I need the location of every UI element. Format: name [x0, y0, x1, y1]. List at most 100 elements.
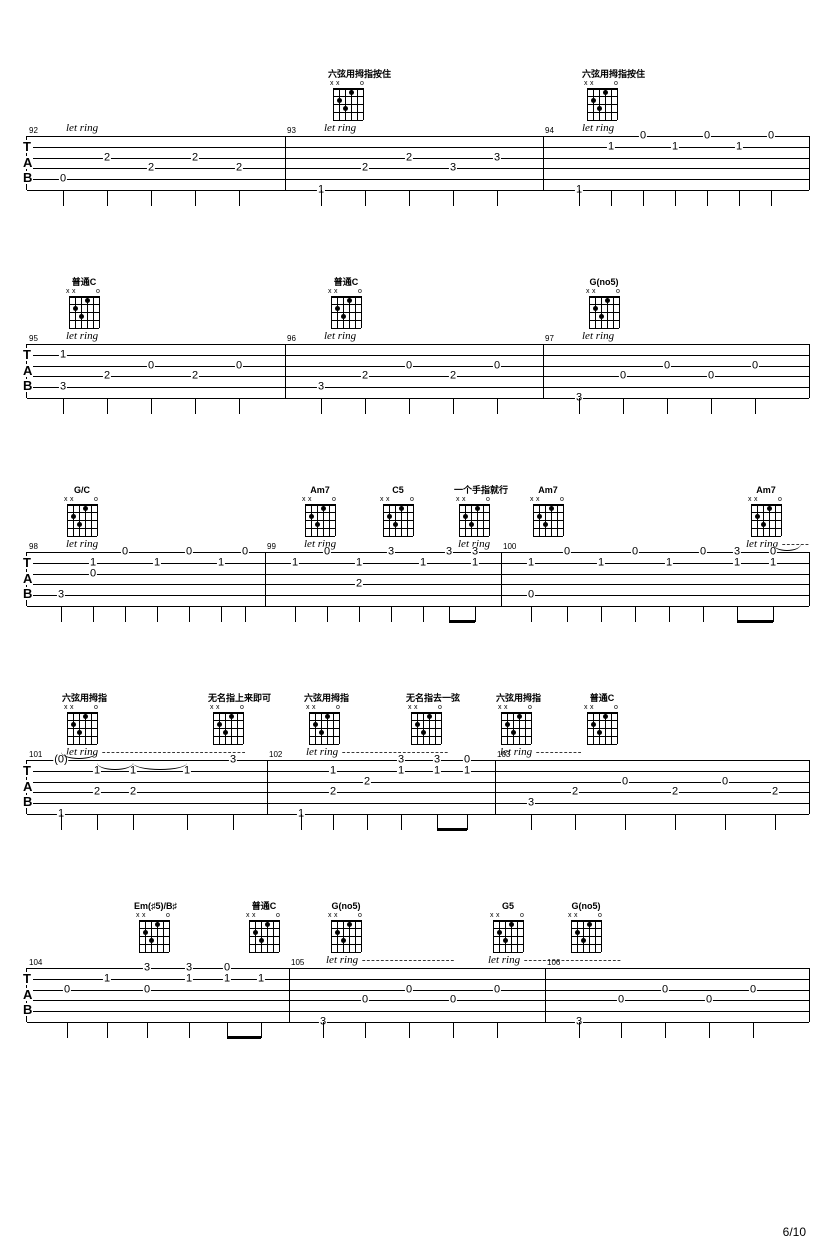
- tab-note: 2: [449, 371, 457, 382]
- tab-note: 0: [639, 131, 647, 142]
- chord-block: G(no5)xxo: [584, 278, 624, 330]
- chord-label: G/C: [62, 486, 102, 496]
- bar-number: 99: [267, 542, 276, 551]
- bar-number: 100: [503, 542, 516, 551]
- tab-note: 0: [699, 547, 707, 558]
- chord-label: 普通C: [326, 278, 366, 288]
- chord-block: C5xxo: [378, 486, 418, 538]
- tab-note: 2: [405, 152, 413, 163]
- chord-block: 一个手指就行xxo: [454, 486, 494, 538]
- chord-block: 六弦用拇指按住xxo: [582, 70, 622, 122]
- tab-note: 1: [257, 973, 265, 984]
- tab-note: 0: [617, 995, 625, 1006]
- chord-label: 六弦用拇指: [304, 694, 344, 704]
- chord-label: C5: [378, 486, 418, 496]
- tab-note: 2: [103, 371, 111, 382]
- tab-note: 0: [235, 360, 243, 371]
- chord-label: Am7: [746, 486, 786, 496]
- letring-row: let ringlet ringlet ring: [26, 330, 810, 344]
- bar-number: 93: [287, 126, 296, 135]
- letring-row: let ring -------------------------------…: [26, 746, 810, 760]
- tab-note: 0: [147, 360, 155, 371]
- tab-note: 0: [143, 984, 151, 995]
- tab-staff: TAB92022229312233941101010: [26, 136, 810, 190]
- tab-note: 0: [705, 995, 713, 1006]
- chord-block: G(no5)xxo: [566, 902, 606, 954]
- chord-row: 普通Cxxo 普通Cxxo G(no5)xxo: [26, 256, 810, 330]
- tab-note: 0: [663, 360, 671, 371]
- tab-note: 3: [57, 590, 65, 601]
- tab-note: 3: [317, 382, 325, 393]
- tab-clef: TAB: [22, 760, 33, 814]
- chord-block: 六弦用拇指按住xxo: [328, 70, 368, 122]
- tab-note: 0: [59, 174, 67, 185]
- bar-number: 106: [547, 958, 560, 967]
- chord-row: Em(♯5)/B♯xxo普通CxxoG(no5)xxoG5xxoG(no5)xx…: [26, 880, 810, 954]
- tab-note: 2: [363, 776, 371, 787]
- tab-note: 1: [733, 557, 741, 568]
- page-number: 6/10: [783, 1225, 806, 1239]
- tab-note: 1: [103, 973, 111, 984]
- bar-number: 101: [29, 750, 42, 759]
- tab-page: 六弦用拇指按住xxo六弦用拇指按住xxolet ringlet ringlet …: [0, 0, 836, 1257]
- tab-note: 2: [671, 787, 679, 798]
- tab-note: 2: [191, 152, 199, 163]
- tab-note: 0: [405, 984, 413, 995]
- let-ring-label: let ring: [304, 538, 336, 550]
- tab-note: 1: [59, 349, 67, 360]
- tab-note: 3: [387, 547, 395, 558]
- chord-block: 无名指上来即可xxo: [208, 694, 248, 746]
- tab-note: 1: [397, 765, 405, 776]
- let-ring-label: let ring: [324, 122, 356, 134]
- tab-note: 0: [707, 371, 715, 382]
- let-ring-label: let ring: [582, 330, 614, 342]
- tab-note: 2: [129, 787, 137, 798]
- tab-note: 1: [433, 765, 441, 776]
- bar-number: 94: [545, 126, 554, 135]
- chord-block: Am7xxo: [300, 486, 340, 538]
- chord-block: G5xxo: [488, 902, 528, 954]
- bar-number: 96: [287, 334, 296, 343]
- let-ring-label: let ring: [66, 538, 98, 550]
- tab-note: 2: [235, 163, 243, 174]
- chord-block: 六弦用拇指xxo: [62, 694, 102, 746]
- tab-note: 0: [661, 984, 669, 995]
- tab-note: 1: [607, 141, 615, 152]
- tab-note: 3: [397, 755, 405, 766]
- tab-note: 0: [185, 547, 193, 558]
- chord-label: 无名指上来即可: [208, 694, 248, 704]
- tab-note: 0: [241, 547, 249, 558]
- chord-label: 普通C: [64, 278, 104, 288]
- bar-number: 103: [497, 750, 510, 759]
- chord-label: G(no5): [566, 902, 606, 912]
- tab-note: 3: [185, 963, 193, 974]
- tab-staff: TAB98301010109910213131310001010101310: [26, 552, 810, 606]
- chord-label: 六弦用拇指: [496, 694, 536, 704]
- chord-label: 六弦用拇指按住: [328, 70, 368, 80]
- let-ring-label: let ring ----------: [500, 746, 582, 758]
- chord-label: G(no5): [584, 278, 624, 288]
- tab-note: 1: [153, 557, 161, 568]
- tab-note: 0: [631, 547, 639, 558]
- chord-label: 无名指去一弦: [406, 694, 446, 704]
- tab-note: 0: [89, 568, 97, 579]
- bar-number: 95: [29, 334, 38, 343]
- chord-block: 六弦用拇指xxo: [304, 694, 344, 746]
- tab-note: 3: [433, 755, 441, 766]
- tab-note: 3: [445, 547, 453, 558]
- bar-number: 105: [291, 958, 304, 967]
- let-ring-label: let ring -----------------------: [306, 746, 449, 758]
- chord-block: 普通Cxxo: [64, 278, 104, 330]
- tab-note: 0: [721, 776, 729, 787]
- chord-label: 一个手指就行: [454, 486, 494, 496]
- tab-staff: TAB9531202096320209730000: [26, 344, 810, 398]
- tab-note: 2: [147, 163, 155, 174]
- chord-label: Am7: [300, 486, 340, 496]
- tab-note: 0: [767, 131, 775, 142]
- tab-note: 0: [361, 995, 369, 1006]
- tab-note: 1: [665, 557, 673, 568]
- tab-note: 0: [405, 360, 413, 371]
- chord-block: 普通Cxxo: [326, 278, 366, 330]
- bar-number: 104: [29, 958, 42, 967]
- tab-clef: TAB: [22, 968, 33, 1022]
